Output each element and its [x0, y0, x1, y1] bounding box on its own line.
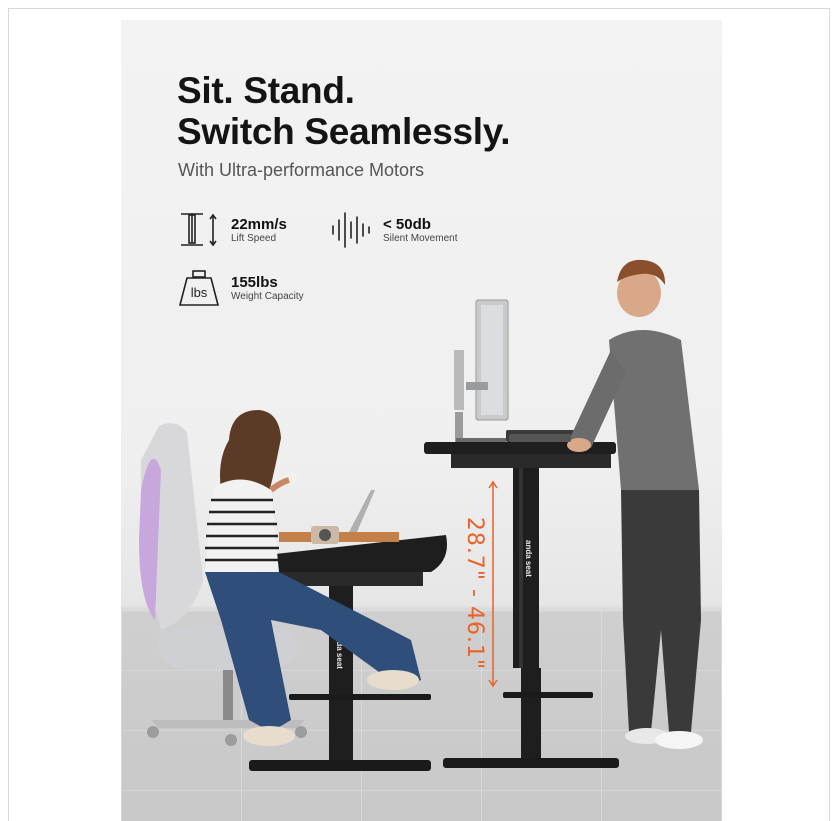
monitor	[454, 299, 509, 444]
keyboard	[509, 434, 571, 442]
standing-leg-brand: anda seat	[524, 540, 533, 577]
height-range-label: 28.7" - 46.1"	[455, 508, 495, 678]
desk-scene-illustration: anda seat anda seat	[139, 259, 703, 771]
standing-person	[567, 259, 703, 749]
product-poster: Sit. Stand. Switch Seamlessly. With Ultr…	[121, 20, 722, 821]
standing-desk	[424, 430, 619, 768]
height-range-text: 28.7" - 46.1"	[462, 516, 488, 670]
